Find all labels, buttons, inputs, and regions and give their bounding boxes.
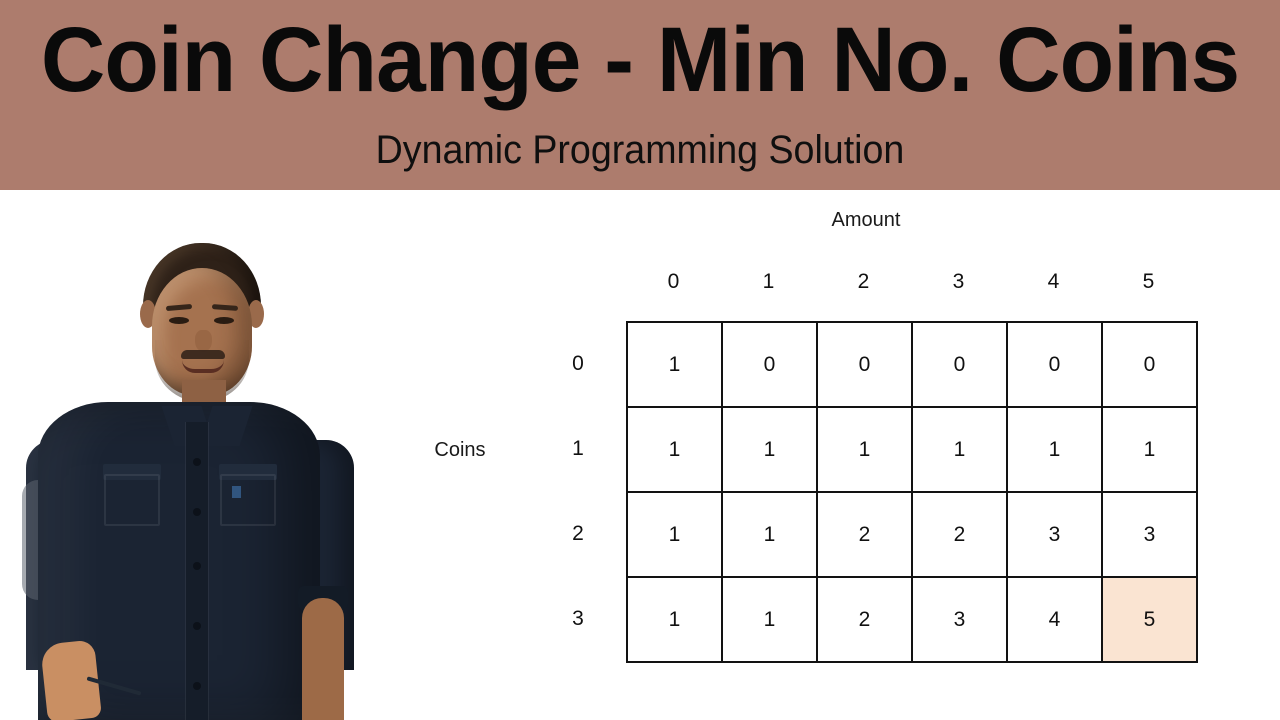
presenter-mustache (181, 350, 225, 359)
row-header: 2 (572, 522, 584, 546)
dp-cell[interactable]: 1 (626, 321, 723, 408)
dp-cell[interactable]: 1 (721, 491, 818, 578)
presenter-photo (0, 190, 400, 720)
presenter-shirt-button (193, 562, 201, 570)
column-header: 1 (762, 270, 775, 293)
dp-cell[interactable]: 3 (911, 576, 1008, 663)
table-row: 1 1 2 2 3 3 (626, 491, 1198, 578)
dp-cell[interactable]: 4 (1006, 576, 1103, 663)
presenter-shirt-button (193, 682, 201, 690)
dp-cell[interactable]: 1 (626, 576, 723, 663)
presenter-shirt-tag (232, 486, 241, 498)
dp-cell[interactable]: 2 (816, 576, 913, 663)
dp-cell[interactable]: 2 (911, 491, 1008, 578)
dp-cell[interactable]: 1 (1006, 406, 1103, 493)
dp-cell[interactable]: 1 (721, 576, 818, 663)
dp-cell[interactable]: 3 (1006, 491, 1103, 578)
dp-cell[interactable]: 3 (1101, 491, 1198, 578)
column-header: 0 (667, 270, 680, 293)
dp-cell[interactable]: 0 (816, 321, 913, 408)
dp-cell[interactable]: 0 (911, 321, 1008, 408)
column-header: 3 (952, 270, 965, 293)
presenter-shirt-button (193, 622, 201, 630)
dp-table: 1 0 0 0 0 0 1 1 1 1 1 1 1 1 2 2 3 3 1 1 … (626, 321, 1198, 663)
dp-cell[interactable]: 1 (1101, 406, 1198, 493)
column-header: 2 (857, 270, 870, 293)
row-header: 3 (572, 607, 584, 631)
dp-cell-highlighted[interactable]: 5 (1101, 576, 1198, 663)
dp-cell[interactable]: 1 (721, 406, 818, 493)
dp-cell[interactable]: 1 (911, 406, 1008, 493)
coins-axis-label: Coins (434, 439, 486, 461)
table-row: 1 0 0 0 0 0 (626, 321, 1198, 408)
column-header-row: 0 1 2 3 4 5 (626, 270, 1196, 298)
presenter-shirt-button (193, 508, 201, 516)
row-header: 0 (572, 351, 584, 375)
page-title: Coin Change - Min No. Coins (40, 9, 1240, 111)
amount-axis-label: Amount (831, 209, 901, 231)
presenter-eye-left (169, 317, 189, 324)
presenter-mouth (182, 360, 224, 373)
dp-cell[interactable]: 2 (816, 491, 913, 578)
row-header-column: 0 1 2 3 (548, 321, 608, 662)
presenter-shirt-placket (186, 422, 208, 720)
dp-cell[interactable]: 0 (721, 321, 818, 408)
table-row: 1 1 2 3 4 5 (626, 576, 1198, 663)
dp-cell[interactable]: 1 (626, 491, 723, 578)
column-header: 5 (1142, 270, 1155, 293)
table-row: 1 1 1 1 1 1 (626, 406, 1198, 493)
dp-cell[interactable]: 1 (626, 406, 723, 493)
page-subtitle: Dynamic Programming Solution (375, 128, 905, 172)
presenter-pocket-right (220, 474, 276, 526)
dp-cell[interactable]: 0 (1006, 321, 1103, 408)
presenter-shirt-button (193, 458, 201, 466)
presenter-forearm-right (302, 598, 344, 720)
dp-cell[interactable]: 1 (816, 406, 913, 493)
presenter-pocket-left (104, 474, 160, 526)
header-band: Coin Change - Min No. Coins Dynamic Prog… (0, 0, 1280, 190)
presenter-eye-right (214, 317, 234, 324)
dp-cell[interactable]: 0 (1101, 321, 1198, 408)
row-header: 1 (572, 436, 584, 460)
column-header: 4 (1047, 270, 1060, 293)
slide-canvas: Coin Change - Min No. Coins Dynamic Prog… (0, 0, 1280, 720)
presenter-nose (195, 330, 212, 352)
